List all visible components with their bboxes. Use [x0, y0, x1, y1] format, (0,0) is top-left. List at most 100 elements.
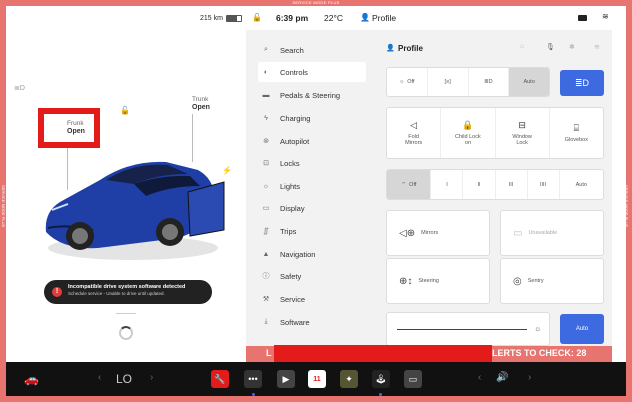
trunk-label[interactable]: Trunk: [192, 96, 208, 103]
joystick-icon[interactable]: 🕹: [372, 370, 390, 388]
nav-item-label: Trips: [280, 226, 297, 236]
bolt-icon: ϟ: [264, 114, 268, 122]
headlight-icon[interactable]: ≣D: [14, 84, 25, 92]
calendar-icon[interactable]: 11: [308, 370, 326, 388]
volume-down-chevron-icon[interactable]: ‹: [478, 372, 481, 383]
volume-icon[interactable]: 🔊: [496, 372, 508, 383]
dashcam-icon[interactable]: ▭: [404, 370, 422, 388]
nav-item-label: Display: [280, 203, 305, 213]
nav-item-display[interactable]: ▭ Display: [258, 198, 366, 218]
panel-handle[interactable]: [116, 313, 136, 314]
nav-item-trips[interactable]: ∬ Trips: [258, 221, 366, 241]
unavailable-icon: ▭: [513, 227, 523, 239]
nav-item-locks[interactable]: ⊡ Locks: [258, 153, 366, 173]
sentry-icon: ◎: [513, 275, 522, 287]
wipers-speed-2[interactable]: II: [463, 170, 496, 199]
frunk-status[interactable]: Open: [67, 128, 85, 135]
nav-item-label: Charging: [280, 113, 311, 123]
nav-item-label: Service: [280, 294, 306, 304]
active-indicator-dot-2: [379, 393, 382, 396]
headlights-off[interactable]: ☼ Off: [387, 68, 428, 96]
range-label: 215 km: [200, 15, 223, 22]
frunk-label[interactable]: Frunk: [67, 120, 84, 127]
unavailable-control: ▭ Unavailable: [500, 210, 604, 256]
wipers-speed-4[interactable]: IIII: [528, 170, 560, 199]
window-lock-button[interactable]: ⊟ Window Lock: [496, 108, 550, 158]
nav-item-label: Controls: [280, 67, 308, 77]
nav-item-charging[interactable]: ϟ Charging: [258, 108, 366, 128]
nav-item-label: Autopilot: [280, 136, 310, 146]
steering-adjust-button[interactable]: ⊕↕ Steering: [386, 258, 490, 304]
child-lock-button[interactable]: 🔒 Child Lock on: [441, 108, 496, 158]
nav-item-label: Lights: [280, 181, 301, 191]
sun-icon: ☼: [399, 79, 405, 85]
toybox-icon[interactable]: ✦: [340, 370, 358, 388]
wipers-speed-1[interactable]: I: [431, 170, 464, 199]
climate-temp[interactable]: LO: [116, 372, 132, 386]
more-apps-icon[interactable]: •••: [244, 370, 262, 388]
car-icon[interactable]: 🚗: [24, 372, 39, 386]
microphone-icon[interactable]: 🎙: [546, 43, 555, 51]
service-app-icon[interactable]: 🔧: [211, 370, 229, 388]
clock: 6:39 pm: [276, 13, 309, 23]
parking-lights-icon[interactable]: [≡]: [428, 68, 469, 96]
bluetooth-icon[interactable]: ✱: [569, 43, 575, 51]
car-lock-icon[interactable]: 🔓: [120, 106, 130, 115]
low-beam-icon[interactable]: ≣D: [469, 68, 510, 96]
nav-item-autopilot[interactable]: ⊚ Autopilot: [258, 131, 366, 151]
nav-item-safety[interactable]: ⓘ Safety: [258, 266, 366, 286]
nav-item-service[interactable]: ⚒ Service: [258, 289, 366, 309]
temp-up-chevron-icon[interactable]: ›: [150, 372, 153, 383]
lock-status-icon[interactable]: 🔓: [252, 13, 262, 22]
nav-item-pedals-steering[interactable]: ▬ Pedals & Steering: [258, 85, 366, 105]
display-icon: ▭: [262, 205, 270, 212]
mirrors-button[interactable]: ◁⊕ Mirrors: [386, 210, 490, 256]
alert-warning-icon: !: [52, 287, 62, 297]
headlights-auto[interactable]: Auto: [509, 68, 549, 96]
media-player-icon[interactable]: ▶: [277, 370, 295, 388]
profile-label[interactable]: Profile: [372, 13, 396, 23]
nav-item-label: Navigation: [280, 249, 316, 259]
volume-up-chevron-icon[interactable]: ›: [528, 372, 531, 383]
sun-icon: ☼: [262, 182, 270, 190]
car-image: [45, 161, 225, 260]
home-icon[interactable]: ⌂: [520, 43, 524, 50]
nav-item-software[interactable]: ⤓ Software: [258, 312, 366, 332]
brightness-auto-button[interactable]: Auto: [560, 314, 604, 344]
loading-spinner-icon: [119, 326, 133, 340]
steering-icon: ⊚: [263, 138, 269, 145]
profile-icon[interactable]: 👤: [360, 13, 370, 22]
nav-item-lights[interactable]: ☼ Lights: [258, 176, 366, 196]
temp-down-chevron-icon[interactable]: ‹: [98, 372, 101, 383]
trips-icon: ∬: [263, 228, 269, 235]
drive-system-alert[interactable]: ! Incompatible drive system software det…: [44, 280, 212, 304]
high-beam-button[interactable]: ≣D: [560, 70, 604, 96]
bottom-dock: 🚗 ‹ LO › 🔧 ••• ▶ 11 ✦ 🕹 ▭ ‹ 🔊 ›: [0, 362, 632, 402]
steering-adjust-icon: ⊕↕: [399, 275, 413, 287]
trunk-status[interactable]: Open: [192, 104, 210, 111]
glovebox-icon: ⌸: [573, 123, 580, 133]
camera-icon[interactable]: [578, 15, 587, 21]
brightness-slider[interactable]: ☼: [386, 312, 550, 346]
headlights-segment: ☼ Off [≡] ≣D Auto: [386, 67, 550, 97]
sentry-button[interactable]: ◎ Sentry: [500, 258, 604, 304]
wifi-small-icon[interactable]: ≋: [594, 43, 600, 51]
nav-item-navigation[interactable]: ▲ Navigation: [258, 244, 366, 264]
active-indicator-dot: [252, 393, 255, 396]
glovebox-button[interactable]: ⌸ Glovebox: [550, 108, 603, 158]
download-icon: ⤓: [264, 318, 268, 325]
fold-mirrors-button[interactable]: ◁ Fold Mirrors: [387, 108, 442, 158]
alert-title: Incompatible drive system software detec…: [68, 284, 186, 290]
wifi-icon[interactable]: ≋: [602, 12, 609, 21]
nav-item-label: Locks: [280, 158, 300, 168]
wipers-speed-3[interactable]: III: [496, 170, 528, 199]
slider-track[interactable]: [397, 329, 527, 330]
alert-subtitle: Schedule service - Unable to drive until…: [68, 291, 165, 296]
status-bar: [10, 8, 622, 30]
profile-panel-label[interactable]: Profile: [398, 44, 423, 53]
service-mode-side-label-right: SERVICE MODE PLUS: [624, 185, 629, 228]
wipers-off[interactable]: ⌔ Off: [387, 170, 432, 199]
nav-item-controls[interactable]: ◐ Controls: [258, 62, 366, 82]
wipers-auto[interactable]: Auto: [560, 170, 603, 199]
nav-item-search[interactable]: ⌕ Search: [258, 40, 366, 60]
